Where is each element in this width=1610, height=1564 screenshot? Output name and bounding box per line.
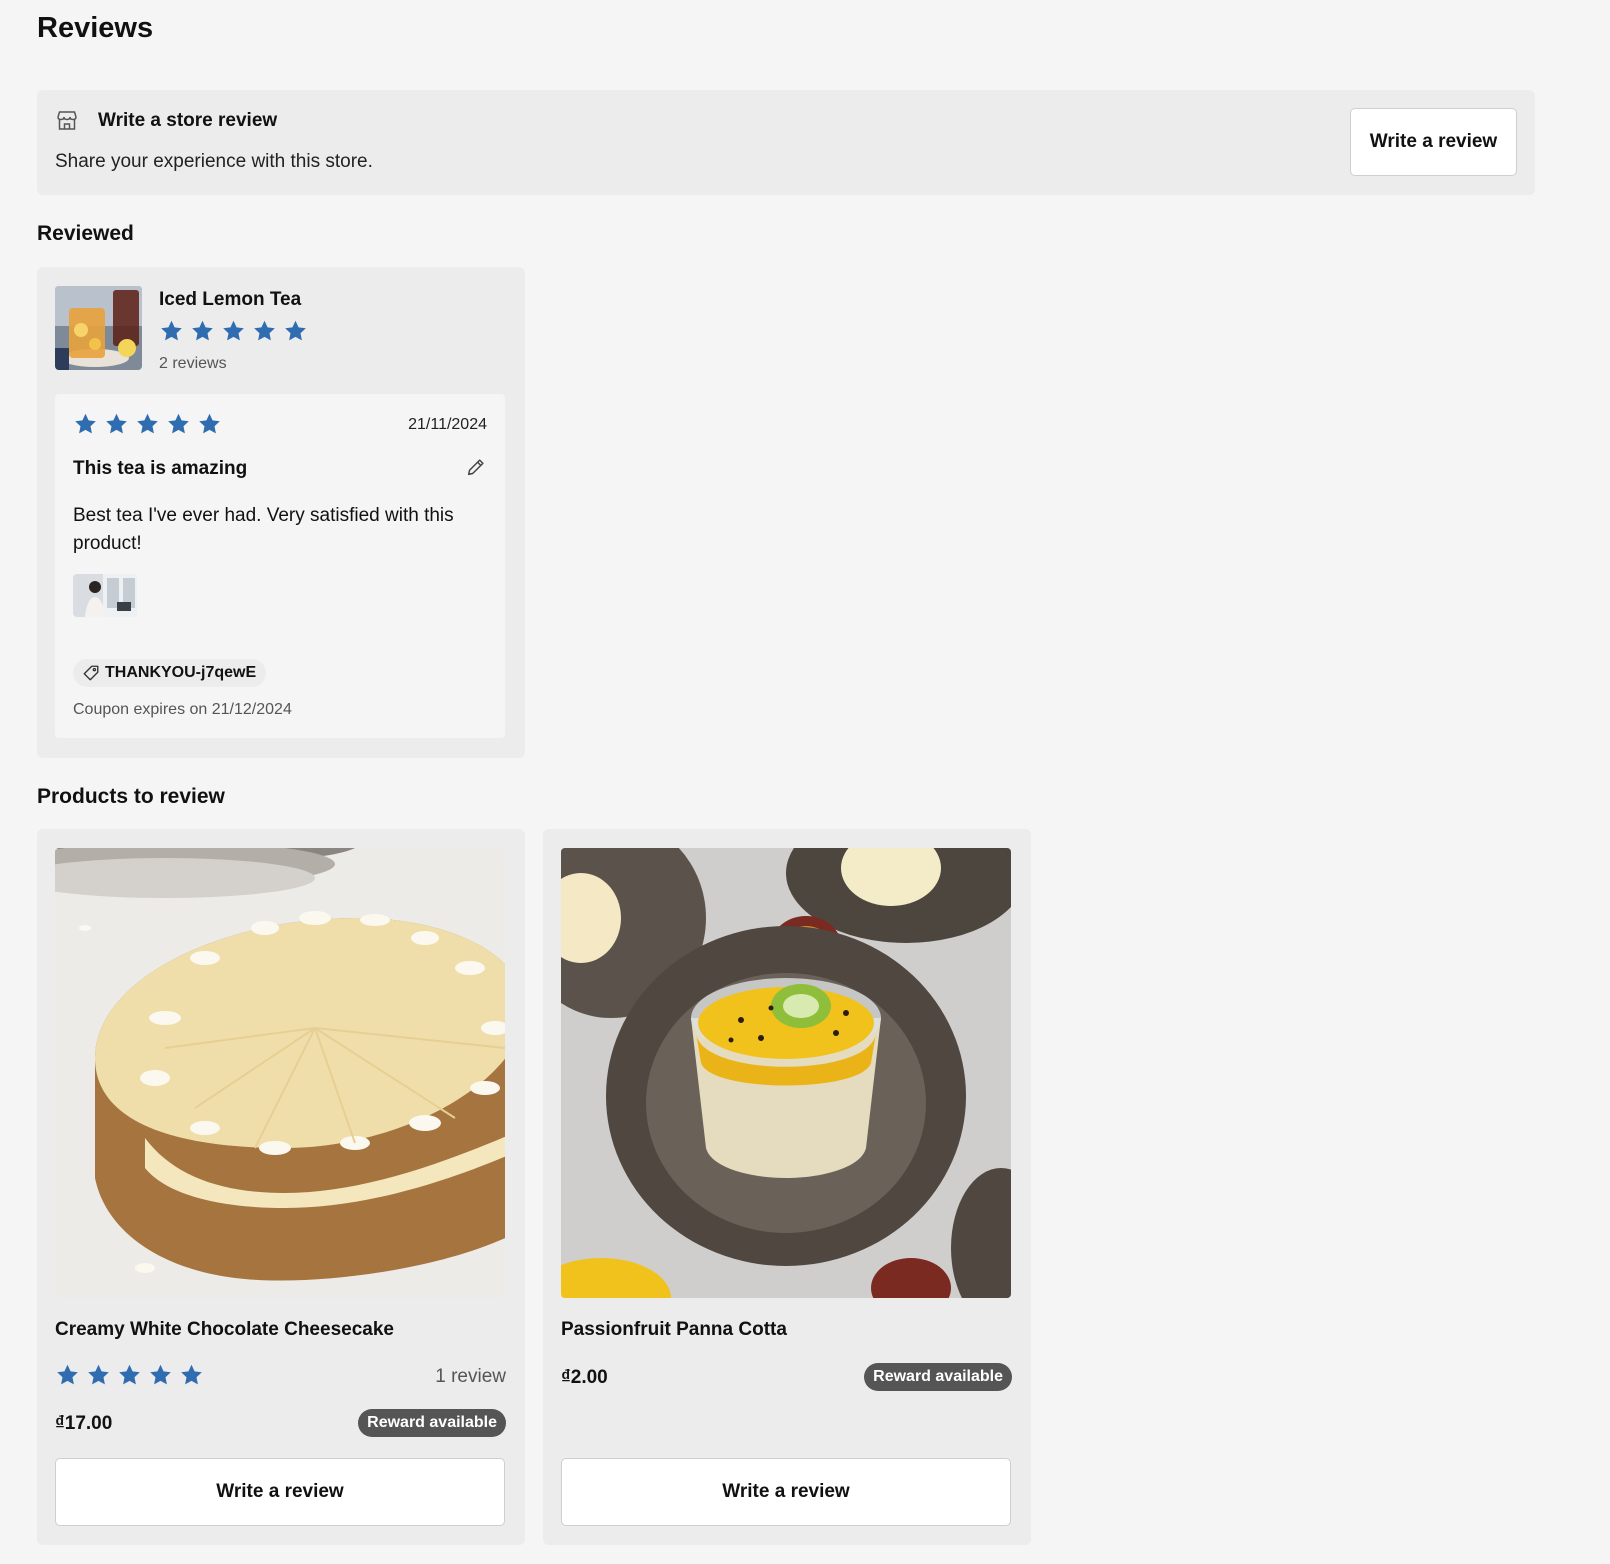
coupon-expiry: Coupon expires on 21/12/2024 [73, 701, 292, 718]
reviewed-product-review-count: 2 reviews [159, 355, 227, 372]
store-review-title: Write a store review [98, 110, 278, 131]
reviewed-product-card: Iced Lemon Tea 2 reviews 21/11/2024 This… [37, 267, 525, 758]
star-icon [148, 1363, 173, 1387]
review-rating [73, 412, 222, 436]
product-name[interactable]: Creamy White Chocolate Cheesecake [55, 1319, 394, 1341]
star-icon [190, 319, 215, 343]
star-icon [135, 412, 160, 436]
star-icon [159, 319, 184, 343]
star-icon [252, 319, 277, 343]
review-photo[interactable] [73, 574, 137, 617]
iced-lemon-tea-thumbnail[interactable] [55, 286, 142, 370]
coupon-code-text: THANKYOU-j7qewE [105, 664, 257, 681]
reviewed-product-name[interactable]: Iced Lemon Tea [159, 289, 301, 311]
star-icon [166, 412, 191, 436]
store-review-banner: Write a store review Share your experien… [37, 90, 1535, 195]
review-body: Best tea I've ever had. Very satisfied w… [73, 505, 454, 554]
star-icon [86, 1363, 111, 1387]
write-review-button[interactable]: Write a review [55, 1458, 505, 1526]
product-card: Passionfruit Panna Cotta ₫2.00 Reward av… [543, 829, 1031, 1545]
write-review-button[interactable]: Write a review [561, 1458, 1011, 1526]
product-card: Creamy White Chocolate Cheesecake 1 revi… [37, 829, 525, 1545]
store-review-subtitle: Share your experience with this store. [55, 151, 373, 172]
coupon-code[interactable]: THANKYOU-j7qewE [73, 659, 267, 687]
product-name[interactable]: Passionfruit Panna Cotta [561, 1319, 787, 1341]
write-store-review-button[interactable]: Write a review [1350, 108, 1517, 176]
star-icon [73, 412, 98, 436]
page-title: Reviews [37, 12, 154, 44]
product-review-count: 1 review [435, 1366, 506, 1387]
reward-badge: Reward available [864, 1363, 1012, 1391]
product-price: ₫17.00 [55, 1413, 113, 1434]
reviewed-product-rating [159, 319, 308, 343]
reward-badge: Reward available [358, 1409, 506, 1437]
product-rating [55, 1363, 204, 1387]
star-icon [283, 319, 308, 343]
tag-icon [83, 665, 99, 681]
star-icon [117, 1363, 142, 1387]
store-icon [57, 111, 77, 130]
star-icon [104, 412, 129, 436]
review-title: This tea is amazing [73, 458, 248, 479]
pencil-icon[interactable] [465, 456, 487, 478]
star-icon [55, 1363, 80, 1387]
product-price: ₫2.00 [561, 1367, 608, 1388]
panna-cotta-image[interactable] [561, 848, 1011, 1298]
star-icon [221, 319, 246, 343]
products-to-review-title: Products to review [37, 785, 225, 808]
star-icon [179, 1363, 204, 1387]
review-entry: 21/11/2024 This tea is amazing Best tea … [55, 394, 505, 738]
reviewed-section-title: Reviewed [37, 222, 134, 245]
cheesecake-image[interactable] [55, 848, 505, 1298]
review-date: 21/11/2024 [408, 416, 487, 433]
star-icon [197, 412, 222, 436]
